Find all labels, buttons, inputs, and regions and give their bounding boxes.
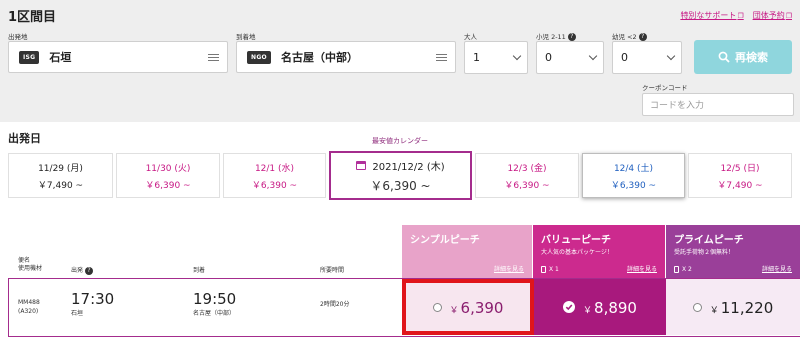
flight-number: MM488 (A320): [18, 299, 40, 315]
external-link-icon: ❐: [785, 12, 792, 20]
radio-button[interactable]: [692, 302, 702, 312]
date-option[interactable]: 12/1 (水) ￥6,390 ~: [223, 153, 326, 198]
destination-name: 名古屋（中部）: [280, 51, 358, 64]
fare-name: シンプルピーチ: [410, 235, 480, 246]
date-price: ￥7,490 ~: [37, 180, 84, 191]
help-icon[interactable]: ?: [85, 266, 94, 275]
date-label: 2021/12/2 (木): [356, 158, 445, 173]
infants-value: 0: [621, 51, 628, 64]
list-icon: [436, 53, 447, 61]
baggage-icon: [541, 266, 546, 273]
arrival-time: 19:50: [193, 290, 237, 308]
chevron-down-icon: [666, 51, 676, 60]
fare-option-simple[interactable]: ￥ 6,390: [402, 279, 534, 335]
help-icon[interactable]: ?: [567, 33, 576, 41]
date-option[interactable]: 12/4 (土) ￥6,390 ~: [582, 153, 685, 198]
lowest-fare-calendar-link[interactable]: 最安値カレンダー: [330, 136, 470, 146]
group-booking-link[interactable]: 団体予約❐: [753, 10, 792, 21]
fare-option-prime[interactable]: ￥ 11,220: [666, 279, 800, 335]
origin-name: 石垣: [49, 51, 72, 64]
fare-subtitle: 大人気の基本パッケージ！: [541, 249, 613, 256]
external-link-icon: ❐: [737, 12, 744, 20]
origin-code: ISG: [19, 50, 40, 64]
infants-label: 幼児 <2?: [612, 31, 647, 41]
fare-header-prime: プライムピーチ 受託手荷物２個無料！ X 2 詳細を見る: [666, 225, 800, 278]
fare-details-link[interactable]: 詳細を見る: [494, 264, 524, 273]
date-label: 11/29 (月): [38, 163, 83, 174]
fare-price: ￥ 6,390: [449, 298, 504, 317]
date-price: ￥6,390 ~: [145, 180, 191, 191]
coupon-input[interactable]: コードを入力: [642, 93, 794, 116]
list-icon: [208, 53, 219, 61]
column-header-flight: 便名 使用機材: [18, 257, 43, 272]
departure-airport: 石垣: [71, 310, 84, 317]
research-button[interactable]: 再検索: [694, 40, 792, 74]
special-support-link[interactable]: 特別なサポート❐: [680, 10, 743, 21]
fare-header-value: バリューピーチ 大人気の基本パッケージ！ X 1 詳細を見る: [533, 225, 665, 278]
destination-selector[interactable]: NGO 名古屋（中部）: [236, 41, 456, 73]
infants-select[interactable]: 0: [612, 41, 682, 74]
chevron-down-icon: [588, 51, 598, 60]
children-label: 小児 2-11?: [536, 31, 576, 41]
flight-duration: 2時間20分: [320, 301, 350, 308]
adults-label: 大人: [464, 33, 477, 41]
destination-label: 到着地: [236, 33, 256, 41]
column-header-departure: 出発?: [71, 265, 94, 275]
date-option[interactable]: 12/5 (日) ￥7,490 ~: [688, 153, 792, 198]
adults-value: 1: [473, 51, 480, 64]
chevron-down-icon: [512, 51, 522, 60]
date-option-selected[interactable]: 2021/12/2 (木) ￥6,390 ~: [329, 151, 472, 200]
origin-selector[interactable]: ISG 石垣: [8, 41, 228, 73]
arrival-airport: 名古屋（中部）: [193, 310, 236, 317]
search-icon: [718, 51, 730, 63]
column-header-arrival: 到着: [193, 267, 206, 274]
segment-title: 1区間目: [8, 10, 57, 25]
coupon-label: クーポンコード: [642, 84, 688, 92]
date-option[interactable]: 11/30 (火) ￥6,390 ~: [116, 153, 220, 198]
fare-price: ￥ 11,220: [709, 298, 774, 317]
research-button-label: 再検索: [735, 51, 768, 64]
radio-button[interactable]: [432, 302, 442, 312]
fare-subtitle: 受託手荷物２個無料！: [674, 249, 735, 256]
fare-name: プライムピーチ: [674, 235, 744, 246]
origin-label: 出発地: [8, 33, 28, 41]
baggage-count: X 2: [674, 266, 692, 273]
date-label: 12/5 (日): [720, 163, 760, 174]
baggage-icon: [674, 266, 679, 273]
date-label: 12/4 (土): [613, 163, 654, 174]
children-select[interactable]: 0: [536, 41, 604, 74]
date-price: ￥6,390 ~: [251, 180, 298, 191]
children-value: 0: [545, 51, 552, 64]
top-links: 特別なサポート❐ 団体予約❐: [680, 10, 792, 21]
fare-price: ￥ 8,890: [583, 298, 637, 317]
calendar-icon: [356, 160, 367, 170]
destination-code: NGO: [247, 50, 271, 64]
baggage-count: X 1: [541, 266, 559, 273]
date-price: ￥6,390 ~: [370, 178, 431, 193]
checkmark-icon[interactable]: [563, 301, 576, 313]
fare-header-simple: シンプルピーチ 詳細を見る: [402, 225, 532, 278]
date-price: ￥6,390 ~: [504, 180, 550, 191]
departure-date-title: 出発日: [8, 132, 41, 145]
date-price: ￥6,390 ~: [610, 180, 657, 191]
fare-option-value[interactable]: ￥ 8,890: [534, 279, 666, 335]
fare-details-link[interactable]: 詳細を見る: [627, 264, 657, 273]
column-header-duration: 所要時間: [320, 267, 345, 274]
date-price: ￥7,490 ~: [717, 180, 763, 191]
date-option[interactable]: 11/29 (月) ￥7,490 ~: [8, 153, 113, 198]
fare-name: バリューピーチ: [541, 235, 611, 246]
fare-details-link[interactable]: 詳細を見る: [762, 264, 792, 273]
date-label: 11/30 (火): [145, 163, 191, 174]
help-icon[interactable]: ?: [638, 33, 647, 41]
date-option[interactable]: 12/3 (金) ￥6,390 ~: [475, 153, 579, 198]
date-label: 12/1 (水): [254, 163, 295, 174]
date-label: 12/3 (金): [507, 163, 547, 174]
departure-time: 17:30: [71, 290, 115, 308]
adults-select[interactable]: 1: [464, 41, 528, 74]
